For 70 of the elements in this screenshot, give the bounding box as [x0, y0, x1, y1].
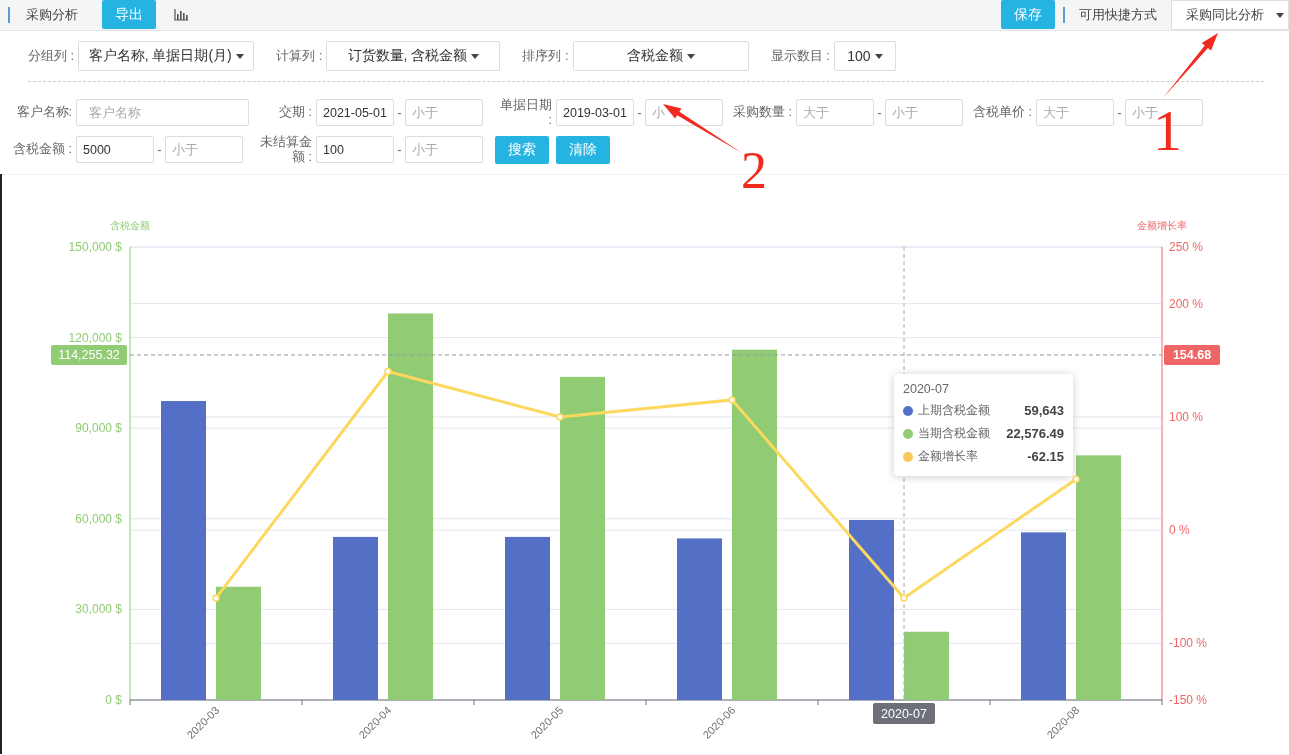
- bar-chart-icon[interactable]: [174, 9, 188, 21]
- option-select[interactable]: 订货数量, 含税金额: [326, 41, 501, 71]
- line-point: [556, 413, 564, 421]
- filter-input[interactable]: 5000: [76, 136, 154, 163]
- axis-label: 200 %: [1169, 296, 1204, 311]
- axis-title: 含税金额: [110, 220, 150, 231]
- filter-input[interactable]: 小: [645, 99, 723, 126]
- option-select[interactable]: 含税金额: [572, 41, 749, 71]
- axis-label: 150,000 $: [68, 240, 122, 254]
- filter-label: 客户名称:: [15, 105, 72, 120]
- tooltip-label: 上期含税金额: [918, 402, 991, 419]
- value-badge: 114,255.32: [51, 344, 127, 365]
- option-label: 排序列 :: [522, 47, 569, 65]
- tooltip-value: 22,576.49: [1006, 426, 1064, 441]
- axis-label: 250 %: [1169, 240, 1204, 254]
- tooltip-label: 当期含税金额: [918, 425, 991, 442]
- axis-label: 0 %: [1169, 523, 1190, 538]
- x-tick-label: 2020-07: [881, 707, 927, 721]
- line-point: [728, 396, 736, 404]
- option-select[interactable]: 客户名称, 单据日期(月): [78, 41, 255, 71]
- annotation-number: 2: [741, 142, 767, 199]
- range-dash: -: [876, 105, 883, 120]
- filter-input[interactable]: 小于: [885, 99, 963, 126]
- range-dash: -: [1116, 105, 1123, 120]
- range-dash: -: [636, 105, 643, 120]
- option-label: 显示数目 :: [770, 47, 830, 65]
- filter-input[interactable]: 100: [316, 136, 394, 163]
- filter-label: 含税单价 :: [972, 105, 1032, 120]
- value-badge: 154.68: [1164, 344, 1220, 365]
- option-label: 分组列 :: [28, 47, 75, 65]
- shortcuts-label: 可用快捷方式: [1079, 6, 1157, 24]
- line-point: [212, 594, 220, 602]
- option-label: 计算列 :: [276, 47, 323, 65]
- filter-input[interactable]: 小于: [405, 136, 483, 163]
- filter-input[interactable]: 大于: [796, 99, 874, 126]
- axis-label: 30,000 $: [75, 602, 122, 617]
- tooltip-value: -62.15: [1027, 449, 1064, 464]
- option-select[interactable]: 100: [833, 41, 896, 71]
- axis-label: -100 %: [1169, 636, 1208, 651]
- axis-label: 90,000 $: [75, 421, 122, 436]
- ref-line-label: 114,255.32: [58, 348, 120, 363]
- axis-title: 金额增长率: [1137, 220, 1187, 231]
- shortcut-dropdown[interactable]: 采购同比分析: [1171, 0, 1289, 30]
- filter-input[interactable]: 客户名称: [76, 99, 249, 126]
- filter-label: 交期 :: [278, 105, 312, 120]
- filter-input[interactable]: 小于: [165, 136, 243, 163]
- axis-label: 120,000 $: [68, 330, 122, 345]
- tooltip-label: 金额增长率: [918, 448, 979, 465]
- filter-input[interactable]: 大于: [1036, 99, 1114, 126]
- line-point: [1072, 475, 1080, 483]
- page-title: 采购分析: [26, 6, 78, 24]
- axis-label: 0 $: [105, 693, 122, 707]
- filter-input[interactable]: 2021-05-01: [316, 99, 394, 126]
- filter-label: 未结算金额 :: [260, 134, 312, 165]
- filter-input[interactable]: 小于: [405, 99, 483, 126]
- range-dash: -: [396, 105, 403, 120]
- line-point: [900, 594, 908, 602]
- tooltip-title: 2020-07: [903, 382, 950, 396]
- axis-label: -150 %: [1169, 693, 1208, 707]
- range-dash: -: [396, 142, 403, 157]
- category-badge: 2020-07: [873, 703, 935, 724]
- filter-input[interactable]: 2019-03-01: [556, 99, 634, 126]
- axis-label: 60,000 $: [75, 511, 122, 526]
- filter-label: 采购数量 :: [732, 105, 792, 120]
- filter-label: 含税金额 :: [12, 142, 72, 157]
- axis-label: 100 %: [1169, 409, 1204, 424]
- tooltip-value: 59,643: [1024, 403, 1064, 418]
- range-dash: -: [156, 142, 163, 157]
- filter-label: 单据日期 :: [499, 97, 552, 128]
- line-point: [384, 367, 392, 376]
